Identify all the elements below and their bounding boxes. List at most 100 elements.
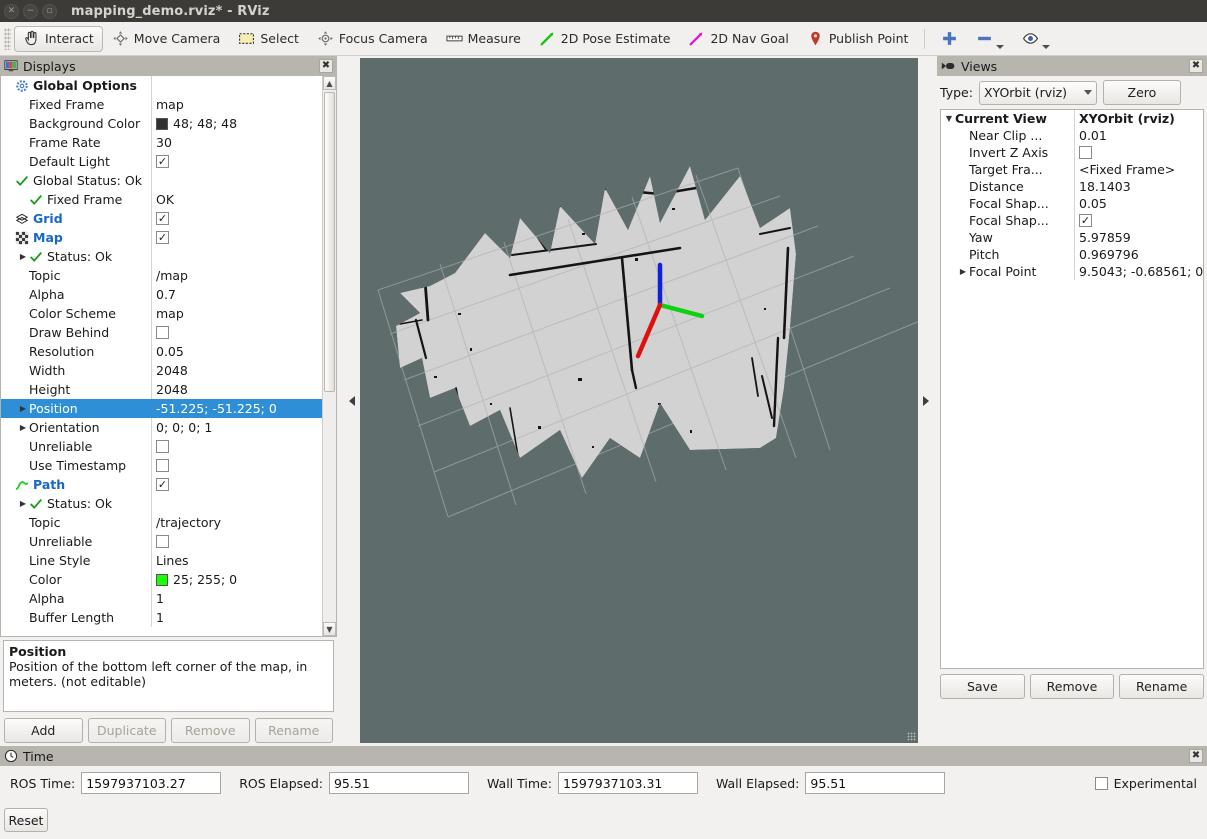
tool-interact[interactable]: Interact <box>14 26 103 52</box>
display-row-value-cell[interactable] <box>151 456 322 475</box>
display-row-value-cell[interactable]: OK <box>151 190 322 209</box>
view-row-yaw[interactable]: Yaw5.97859 <box>941 229 1203 246</box>
display-row-alpha[interactable]: Alpha0.7 <box>1 285 322 304</box>
tool-select[interactable]: Select <box>229 26 308 52</box>
add-button[interactable]: Add <box>4 718 83 743</box>
display-row-global-options[interactable]: Global Options <box>1 76 322 95</box>
window-close-button[interactable]: ✕ <box>4 4 19 19</box>
display-row-background-color[interactable]: Background Color48; 48; 48 <box>1 114 322 133</box>
display-row-value-cell[interactable] <box>151 323 322 342</box>
display-row-value-cell[interactable]: 2048 <box>151 380 322 399</box>
display-row-value-cell[interactable]: Lines <box>151 551 322 570</box>
expand-triangle-icon[interactable]: ▶ <box>17 423 29 432</box>
display-row-value-cell[interactable]: 1 <box>151 589 322 608</box>
display-row-unreliable[interactable]: Unreliable <box>1 532 322 551</box>
display-value-checkbox[interactable]: ✓ <box>156 212 169 225</box>
tool-remove-panel[interactable] <box>967 26 1013 52</box>
display-row-buffer-length[interactable]: Buffer Length1 <box>1 608 322 627</box>
tool-add-panel[interactable] <box>932 26 967 52</box>
displays-panel-close-icon[interactable]: ✖ <box>319 59 333 73</box>
display-row-value-cell[interactable] <box>151 437 322 456</box>
display-row-color-scheme[interactable]: Color Schememap <box>1 304 322 323</box>
color-swatch[interactable] <box>156 118 168 130</box>
view-value-checkbox[interactable]: ✓ <box>1079 214 1092 227</box>
display-value-checkbox[interactable] <box>156 326 169 339</box>
chevron-down-icon[interactable] <box>996 45 1004 49</box>
expand-triangle-icon[interactable]: ▶ <box>17 252 29 261</box>
display-row-value-cell[interactable]: 1 <box>151 608 322 627</box>
display-row-status-ok[interactable]: ▶Status: Ok <box>1 494 322 513</box>
display-row-value-cell[interactable] <box>151 76 322 95</box>
display-row-value-cell[interactable]: /map <box>151 266 322 285</box>
expand-triangle-icon[interactable]: ▶ <box>17 404 29 413</box>
view-row-focal-shap[interactable]: Focal Shap...✓ <box>941 212 1203 229</box>
remove-view-button[interactable]: Remove <box>1030 674 1115 699</box>
display-row-orientation[interactable]: ▶Orientation0; 0; 0; 1 <box>1 418 322 437</box>
view-row-value-cell[interactable]: 0.969796 <box>1074 246 1203 263</box>
right-splitter[interactable] <box>918 58 934 743</box>
display-row-value-cell[interactable]: 48; 48; 48 <box>151 114 322 133</box>
view-row-value-cell[interactable]: ✓ <box>1074 212 1203 229</box>
window-maximize-button[interactable]: ▫ <box>42 4 57 19</box>
reset-button[interactable]: Reset <box>4 808 48 832</box>
display-row-height[interactable]: Height2048 <box>1 380 322 399</box>
display-row-position[interactable]: ▶Position-51.225; -51.225; 0 <box>1 399 322 418</box>
view-row-target-fra[interactable]: Target Fra...<Fixed Frame> <box>941 161 1203 178</box>
display-row-topic[interactable]: Topic/map <box>1 266 322 285</box>
tool-move-camera[interactable]: Move Camera <box>103 26 230 52</box>
display-value-checkbox[interactable] <box>156 535 169 548</box>
display-row-value-cell[interactable] <box>151 247 322 266</box>
display-value-checkbox[interactable]: ✓ <box>156 231 169 244</box>
display-row-unreliable[interactable]: Unreliable <box>1 437 322 456</box>
view-row-value-cell[interactable]: XYOrbit (rviz) <box>1074 110 1203 127</box>
render-viewport-3d[interactable] <box>360 58 918 743</box>
view-row-value-cell[interactable]: 5.97859 <box>1074 229 1203 246</box>
tool-focus-camera[interactable]: Focus Camera <box>308 26 437 52</box>
tool-2d-pose-estimate[interactable]: 2D Pose Estimate <box>530 26 680 52</box>
view-row-value-cell[interactable]: 0.05 <box>1074 195 1203 212</box>
display-row-use-timestamp[interactable]: Use Timestamp <box>1 456 322 475</box>
display-row-value-cell[interactable] <box>151 532 322 551</box>
views-tree[interactable]: ▼Current ViewXYOrbit (rviz)Near Clip ...… <box>940 109 1204 669</box>
display-row-value-cell[interactable]: 0.05 <box>151 342 322 361</box>
display-row-value-cell[interactable] <box>151 494 322 513</box>
display-row-value-cell[interactable]: ✓ <box>151 228 322 247</box>
display-row-value-cell[interactable]: 30 <box>151 133 322 152</box>
view-value-checkbox[interactable] <box>1079 146 1092 159</box>
display-row-grid[interactable]: Grid✓ <box>1 209 322 228</box>
display-row-status-ok[interactable]: ▶Status: Ok <box>1 247 322 266</box>
tool-publish-point[interactable]: Publish Point <box>798 26 918 52</box>
display-row-path[interactable]: Path✓ <box>1 475 322 494</box>
expand-triangle-icon[interactable]: ▶ <box>17 499 29 508</box>
display-row-resolution[interactable]: Resolution0.05 <box>1 342 322 361</box>
view-row-current-view[interactable]: ▼Current ViewXYOrbit (rviz) <box>941 110 1203 127</box>
wall-time-input[interactable]: 1597937103.31 <box>558 772 698 794</box>
display-row-value-cell[interactable]: 25; 255; 0 <box>151 570 322 589</box>
scroll-up-arrow-icon[interactable]: ▲ <box>323 76 336 90</box>
view-row-near-clip[interactable]: Near Clip ...0.01 <box>941 127 1203 144</box>
save-view-button[interactable]: Save <box>940 674 1025 699</box>
display-row-global-status-ok[interactable]: Global Status: Ok <box>1 171 322 190</box>
displays-tree[interactable]: Global OptionsFixed FramemapBackground C… <box>1 76 322 636</box>
view-row-invert-z-axis[interactable]: Invert Z Axis <box>941 144 1203 161</box>
view-row-focal-point[interactable]: ▶Focal Point9.5043; -0.68561; 0 <box>941 263 1203 280</box>
display-value-checkbox[interactable]: ✓ <box>156 155 169 168</box>
view-type-select[interactable]: XYOrbit (rviz) <box>979 81 1097 105</box>
display-row-value-cell[interactable]: ✓ <box>151 152 322 171</box>
display-value-checkbox[interactable]: ✓ <box>156 478 169 491</box>
tool-2d-nav-goal[interactable]: 2D Nav Goal <box>679 26 797 52</box>
view-row-distance[interactable]: Distance18.1403 <box>941 178 1203 195</box>
view-row-value-cell[interactable]: <Fixed Frame> <box>1074 161 1203 178</box>
display-row-map[interactable]: Map✓ <box>1 228 322 247</box>
zero-button[interactable]: Zero <box>1103 80 1181 105</box>
collapse-left-arrow-icon[interactable] <box>349 396 355 406</box>
display-row-value-cell[interactable]: -51.225; -51.225; 0 <box>151 399 322 418</box>
display-row-width[interactable]: Width2048 <box>1 361 322 380</box>
tool-measure[interactable]: Measure <box>437 26 530 52</box>
display-row-line-style[interactable]: Line StyleLines <box>1 551 322 570</box>
ros-time-input[interactable]: 1597937103.27 <box>81 772 221 794</box>
views-panel-close-icon[interactable]: ✖ <box>1189 59 1203 73</box>
window-minimize-button[interactable]: − <box>23 4 38 19</box>
display-row-value-cell[interactable]: 0; 0; 0; 1 <box>151 418 322 437</box>
wall-elapsed-input[interactable]: 95.51 <box>805 772 945 794</box>
